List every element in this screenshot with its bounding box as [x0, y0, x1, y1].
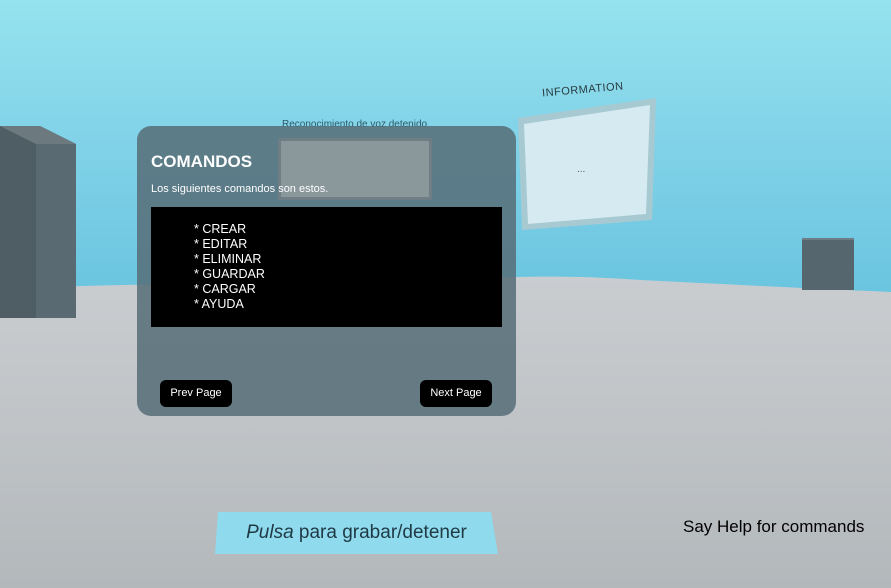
command-item: * CARGAR	[194, 282, 256, 296]
command-item: * EDITAR	[194, 237, 248, 251]
command-item: * AYUDA	[194, 297, 244, 311]
record-label-rest: para grabar/detener	[293, 522, 467, 543]
gray-block-left	[0, 126, 76, 318]
prev-page-button[interactable]: Prev Page	[160, 380, 232, 407]
information-content: ...	[577, 164, 586, 175]
commands-list-box: * CREAR * EDITAR * ELIMINAR * GUARDAR * …	[151, 207, 502, 327]
command-item: * GUARDAR	[194, 267, 265, 281]
information-board	[518, 98, 656, 230]
information-panel: INFORMATION ...	[514, 78, 660, 238]
commands-list: * CREAR * EDITAR * ELIMINAR * GUARDAR * …	[194, 222, 265, 312]
help-hint-text: Say Help for commands	[683, 517, 865, 536]
commands-title: COMANDOS	[151, 152, 253, 171]
gray-block-right	[802, 238, 854, 290]
record-label-emphasis: Pulsa	[246, 522, 294, 543]
next-page-button[interactable]: Next Page	[420, 380, 492, 407]
record-button-label: Pulsa para grabar/detener	[215, 512, 498, 554]
command-item: * ELIMINAR	[194, 252, 262, 266]
commands-panel: COMANDOS Los siguientes comandos son est…	[137, 126, 516, 416]
record-toggle-button[interactable]: Pulsa para grabar/detener	[215, 512, 498, 554]
command-item: * CREAR	[194, 222, 247, 236]
commands-subtitle: Los siguientes comandos son estos.	[151, 183, 329, 195]
